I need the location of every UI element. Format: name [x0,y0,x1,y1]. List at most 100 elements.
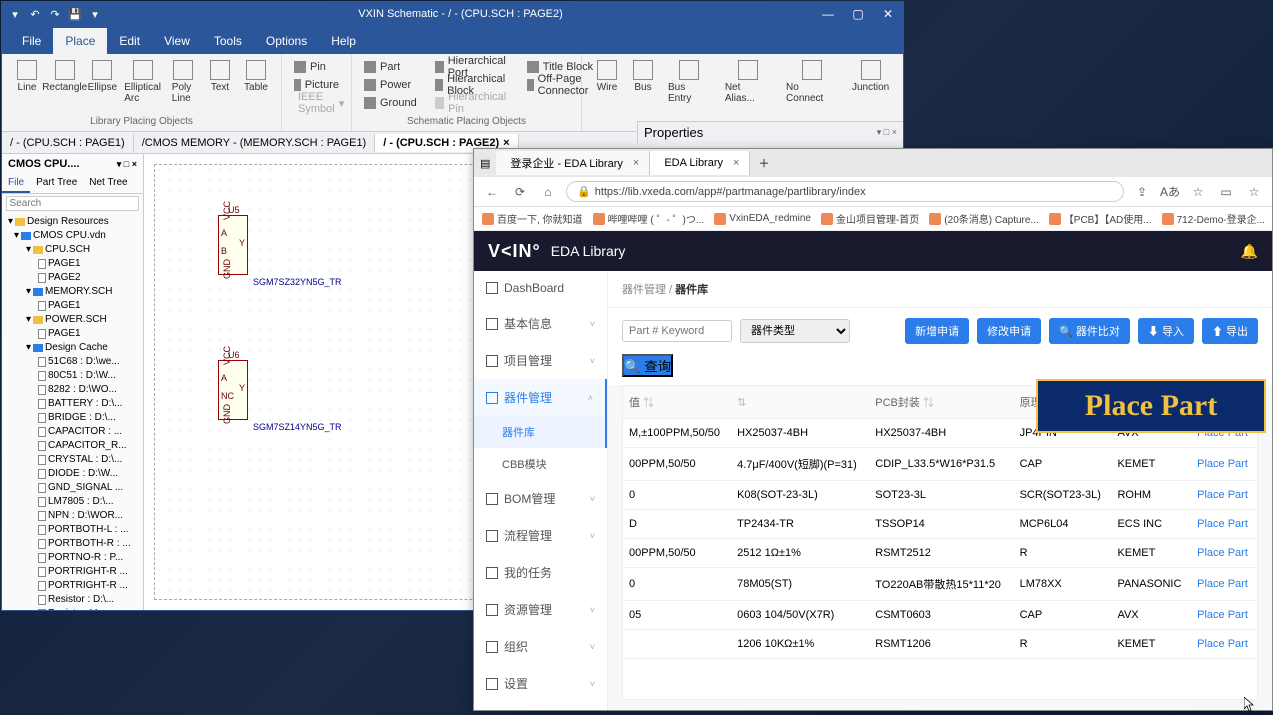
tree-node[interactable]: BATTERY : D:\... [2,397,143,411]
ribbon-rectangle[interactable]: Rectangle [46,58,83,106]
ribbon-ground[interactable]: Ground [360,94,421,112]
ribbon-net-alias-[interactable]: Net Alias... [719,58,778,106]
browser-tab-1[interactable]: EDA Library× [650,151,750,175]
place-part-link[interactable]: Place Part [1191,448,1257,481]
ribbon-ellipse[interactable]: Ellipse [85,58,119,106]
table-header[interactable]: ⇅ [731,386,869,419]
qat-undo-icon[interactable]: ↶ [28,7,42,21]
bookmark-item[interactable]: 【PCB】【AD使用... [1049,211,1152,226]
menu-file[interactable]: File [10,28,53,54]
qat-more-icon[interactable]: ▾ [88,7,102,21]
bookmark-item[interactable]: 712-Demo-登录企... [1162,211,1265,226]
tree-node[interactable]: ▾CMOS CPU.vdn [2,229,143,243]
sidebar-item[interactable]: 流程管理˅ [474,517,607,554]
tree-node[interactable]: ▾Design Resources [2,215,143,229]
project-tree[interactable]: ▾Design Resources▾CMOS CPU.vdn▾CPU.SCHPA… [2,213,143,610]
doc-tab-1[interactable]: /CMOS MEMORY - (MEMORY.SCH : PAGE1) [134,134,376,152]
table-header[interactable]: 值 ⇅ [623,386,731,419]
tree-node[interactable]: LM7805 : D:\... [2,495,143,509]
new-tab-button[interactable]: ＋ [750,151,777,175]
tree-node[interactable]: PORTNO-R : P... [2,551,143,565]
ribbon-wire[interactable]: Wire [590,58,624,106]
doc-tab-0[interactable]: / - (CPU.SCH : PAGE1) [2,134,134,152]
tree-node[interactable]: ▾MEMORY.SCH [2,285,143,299]
table-row[interactable]: 050603 104/50V(X7R)CSMT0603CAPAVXPlace P… [623,601,1257,630]
menu-place[interactable]: Place [53,28,107,54]
tree-node[interactable]: CAPACITOR_R... [2,439,143,453]
tree-node[interactable]: 80C51 : D:\W... [2,369,143,383]
tree-search-input[interactable] [6,196,140,211]
export-button[interactable]: ⬆ 导出 [1202,318,1258,344]
menu-tools[interactable]: Tools [202,28,254,54]
component-u6[interactable]: A NC Y VCC GND [218,360,248,420]
bookmark-item[interactable]: 哔哩哔哩 ( ゜- ゜)つ... [593,211,705,226]
nav-refresh-icon[interactable]: ⟳ [510,185,530,199]
menu-edit[interactable]: Edit [107,28,152,54]
tree-node[interactable]: PORTBOTH-L : ... [2,523,143,537]
close-button[interactable]: ✕ [873,7,903,21]
sidebar-item[interactable]: 器件管理˄ [474,379,607,416]
search-button[interactable]: 🔍 查询 [622,354,673,377]
table-row[interactable]: 0K08(SOT-23-3L)SOT23-3LSCR(SOT23-3L)ROHM… [623,481,1257,510]
keyword-input[interactable] [622,320,732,342]
place-part-link[interactable]: Place Part [1191,539,1257,568]
sidebar-item[interactable]: 器件库 [474,416,607,448]
tree-node[interactable]: ▾CPU.SCH [2,243,143,257]
minimize-button[interactable]: — [813,7,843,21]
qat-menu-icon[interactable]: ▾ [8,7,22,21]
sidebar-item[interactable]: 基本信息˅ [474,305,607,342]
sidebar-item[interactable]: 我的任务 [474,554,607,591]
place-part-link[interactable]: Place Part [1191,510,1257,539]
sidebar-item[interactable]: BOM管理˅ [474,480,607,517]
place-part-link[interactable]: Place Part [1191,568,1257,601]
bookmark-item[interactable]: (20条消息) Capture... [929,211,1038,226]
tree-node[interactable]: ▾POWER.SCH [2,313,143,327]
close-icon[interactable]: × [633,157,639,169]
place-part-link[interactable]: Place Part [1191,481,1257,510]
place-part-link[interactable]: Place Part [1191,601,1257,630]
ribbon-part[interactable]: Part [360,58,421,76]
tree-node[interactable]: DIODE : D:\W... [2,467,143,481]
tree-node[interactable]: PORTBOTH-R : ... [2,537,143,551]
tree-node[interactable]: PAGE1 [2,257,143,271]
tree-node[interactable]: BRIDGE : D:\... [2,411,143,425]
tree-node[interactable]: 51C68 : D:\we... [2,355,143,369]
sidebar-item[interactable]: CBB模块 [474,448,607,480]
tree-node[interactable]: PORTRIGHT-R ... [2,579,143,593]
tree-node[interactable]: PAGE1 [2,327,143,341]
close-icon[interactable]: × [733,157,739,169]
sidebar-item[interactable]: 设置˅ [474,665,607,702]
table-row[interactable]: 078M05(ST)TO220AB带散热15*11*20LM78XXPANASO… [623,568,1257,601]
ribbon-table[interactable]: Table [239,58,273,106]
subtab-file[interactable]: File [2,174,30,193]
nav-home-icon[interactable]: ⌂ [538,185,558,199]
table-header[interactable]: PCB封装 ⇅ [869,386,1013,419]
ribbon-line[interactable]: Line [10,58,44,106]
reader-icon[interactable]: ▭ [1216,185,1236,199]
type-select[interactable]: 器件类型 [740,319,850,343]
place-part-link[interactable]: Place Part [1191,630,1257,659]
ribbon-poly-line[interactable]: Poly Line [166,58,201,106]
ribbon-text[interactable]: Text [203,58,237,106]
table-row[interactable]: 00PPM,50/504.7μF/400V(短脚)(P=31)CDIP_L33.… [623,448,1257,481]
menu-options[interactable]: Options [254,28,319,54]
tree-node[interactable]: CAPACITOR : ... [2,425,143,439]
bookmark-item[interactable]: 金山项目管理-首页 [821,211,919,226]
sidebar-item[interactable]: 资源管理˅ [474,591,607,628]
tree-node[interactable]: NPN : D:\WOR... [2,509,143,523]
tree-node[interactable]: Resistor : D:\... [2,593,143,607]
table-row[interactable]: DTP2434-TRTSSOP14MCP6L04ECS INCPlace Par… [623,510,1257,539]
tree-node[interactable]: PORTRIGHT-R ... [2,565,143,579]
ribbon-power[interactable]: Power [360,76,421,94]
tree-node[interactable]: 8282 : D:\WO... [2,383,143,397]
translate-icon[interactable]: Aあ [1160,183,1180,200]
tree-node[interactable]: ▾Design Cache [2,341,143,355]
bookmark-item[interactable]: 百度一下, 你就知道 [482,211,583,226]
component-u5[interactable]: A B Y VCC GND [218,215,248,275]
ribbon-pin[interactable]: Pin [290,58,343,76]
maximize-button[interactable]: ▢ [843,7,873,21]
ribbon-ieee[interactable]: IEEE Symbol ▾ [290,94,343,112]
close-tab-icon[interactable]: × [503,137,509,149]
ribbon-elliptical-arc[interactable]: Elliptical Arc [121,58,163,106]
new-request-button[interactable]: 新增申请 [905,318,969,344]
